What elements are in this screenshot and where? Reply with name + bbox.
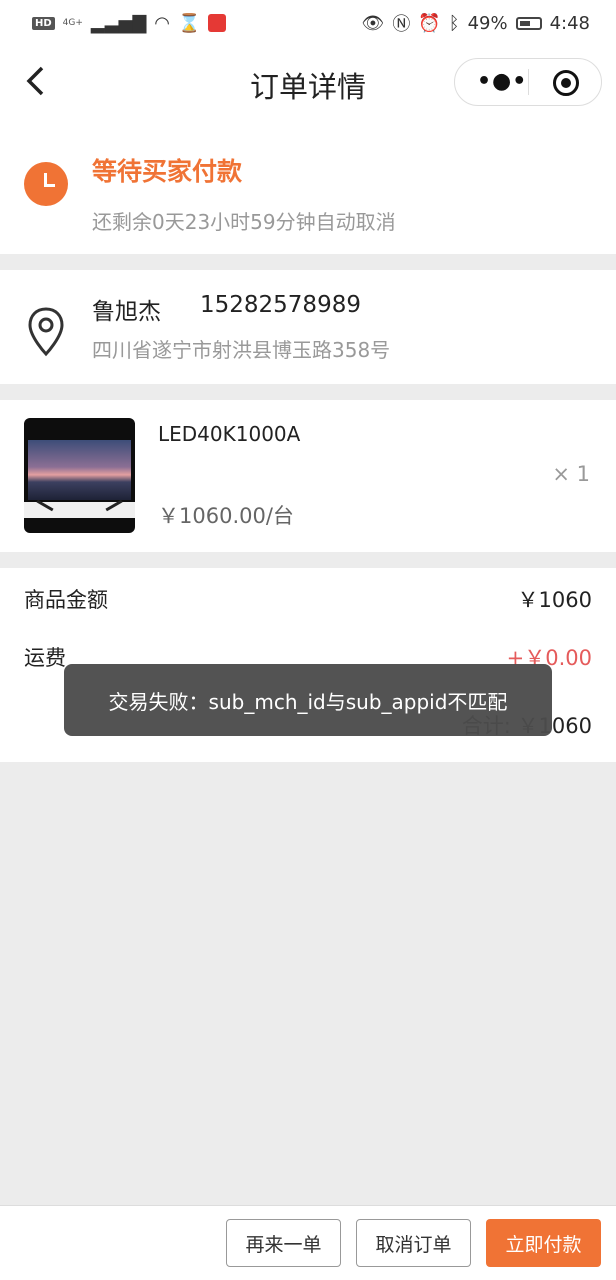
address-card[interactable]: 鲁旭杰 15282578989 四川省遂宁市射洪县博玉路358号 xyxy=(0,270,616,384)
signal-icon: ▂▃▅▇ xyxy=(90,12,147,34)
hd-badge: HD xyxy=(32,16,55,30)
target-icon[interactable] xyxy=(553,70,579,96)
product-name: LED40K1000A xyxy=(158,422,301,446)
bottom-action-bar: 再来一单 取消订单 立即付款 xyxy=(0,1205,616,1280)
network-type: 4G+ xyxy=(62,18,83,28)
status-bar: HD 4G+ ▂▃▅▇ ◠ ⌛ 👁 Ⓝ ⏰ ᛒ 49% 4:48 xyxy=(0,0,616,46)
alarm-icon: ⏰ xyxy=(418,12,441,34)
recipient-name: 鲁旭杰 xyxy=(92,299,161,325)
bluetooth-icon: ᛒ xyxy=(448,12,460,34)
nav-bar: 订单详情 •●• xyxy=(0,46,616,118)
goods-amount-label: 商品金额 xyxy=(24,588,108,612)
location-pin-icon xyxy=(28,307,64,357)
error-toast: 交易失败：sub_mch_id与sub_appid不匹配 xyxy=(64,664,552,736)
battery-percent: 49% xyxy=(467,12,508,34)
shipping-label: 运费 xyxy=(24,646,66,670)
product-card[interactable]: LED40K1000A ￥1060.00/台 × 1 xyxy=(0,400,616,552)
wifi-icon: ◠ xyxy=(154,12,171,34)
goods-amount-value: ￥1060 xyxy=(517,588,592,612)
battery-icon xyxy=(515,16,542,30)
toast-message: 交易失败：sub_mch_id与sub_appid不匹配 xyxy=(108,689,508,714)
hourglass-icon: ⌛ xyxy=(178,12,201,34)
nfc-icon: Ⓝ xyxy=(392,14,411,35)
mini-program-capsule: •●• xyxy=(454,58,602,106)
product-price: ￥1060.00/台 xyxy=(158,504,294,528)
app-notification-icon xyxy=(208,14,227,32)
clock-icon xyxy=(24,162,68,206)
status-left: HD 4G+ ▂▃▅▇ ◠ ⌛ xyxy=(32,12,227,34)
address-detail: 四川省遂宁市射洪县博玉路358号 xyxy=(92,338,391,362)
countdown-text: 还剩余0天23小时59分钟自动取消 xyxy=(92,210,396,234)
cancel-order-button[interactable]: 取消订单 xyxy=(356,1219,471,1267)
recipient-phone: 15282578989 xyxy=(200,292,361,318)
capsule-divider xyxy=(528,69,529,95)
order-status-card: 等待买家付款 还剩余0天23小时59分钟自动取消 xyxy=(0,118,616,254)
product-quantity: × 1 xyxy=(552,462,590,486)
more-dots-icon[interactable]: •●• xyxy=(477,69,527,94)
product-thumbnail xyxy=(24,418,135,533)
order-status-title: 等待买家付款 xyxy=(92,157,243,186)
eye-icon: 👁 xyxy=(361,12,385,34)
pay-now-button[interactable]: 立即付款 xyxy=(486,1219,601,1267)
reorder-button[interactable]: 再来一单 xyxy=(226,1219,341,1267)
clock-time: 4:48 xyxy=(549,12,590,34)
status-right: 👁 Ⓝ ⏰ ᛒ 49% 4:48 xyxy=(361,10,590,36)
tv-screen-image xyxy=(28,440,131,500)
